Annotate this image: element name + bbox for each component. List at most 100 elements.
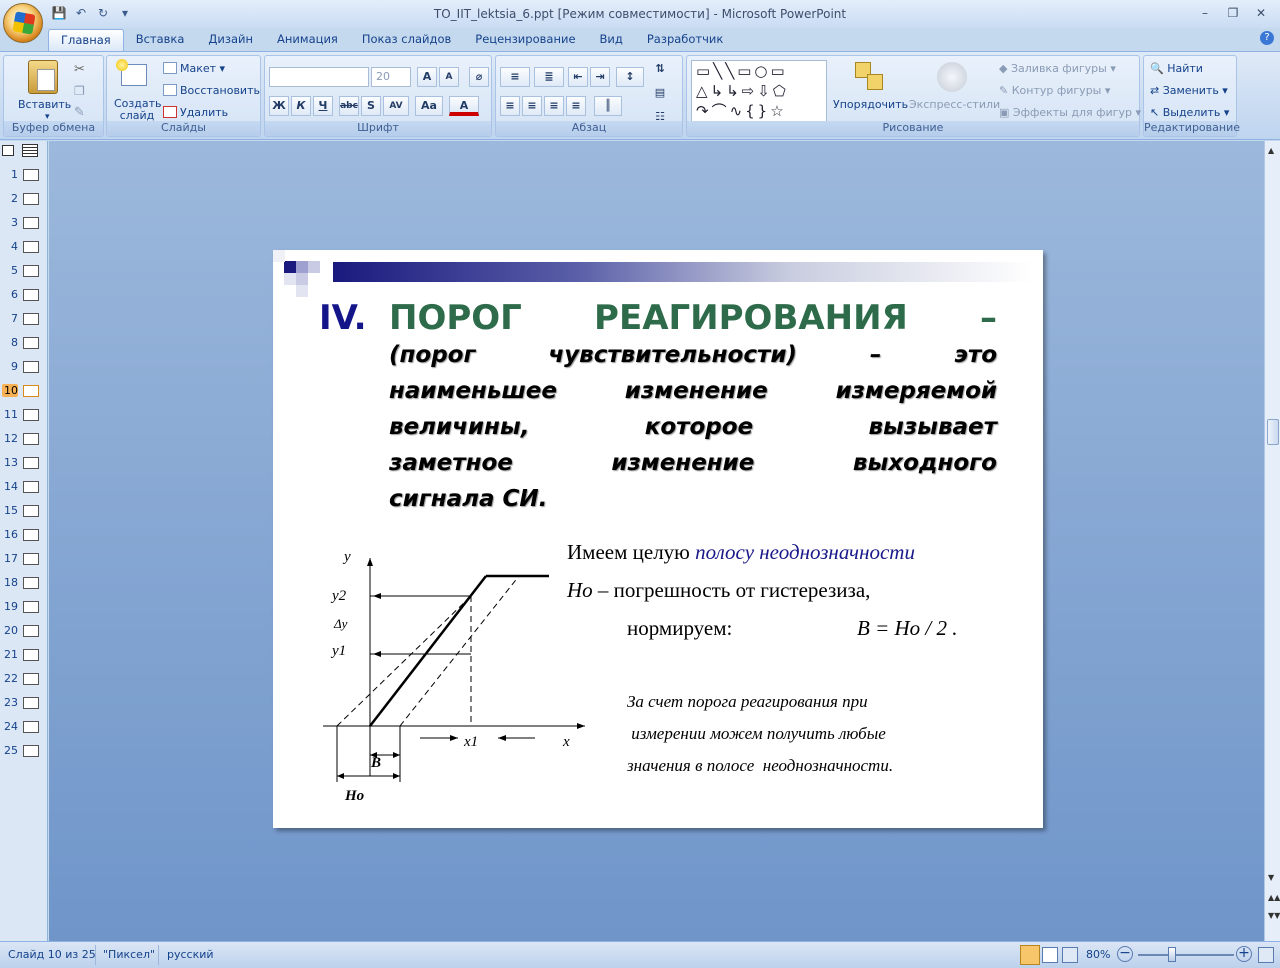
slide-thumbnail[interactable]: 24 — [0, 717, 48, 737]
grow-font-icon[interactable]: A — [417, 67, 437, 87]
slides-tab-icon[interactable] — [2, 145, 14, 156]
text-direction-icon[interactable]: ⇅ — [650, 60, 670, 80]
arrange-icon[interactable] — [855, 62, 885, 92]
next-slide-icon[interactable]: ▼▼ — [1268, 911, 1280, 920]
tab-design[interactable]: Дизайн — [196, 29, 265, 51]
slide-thumbnail[interactable]: 21 — [0, 645, 48, 665]
slide-thumbnail[interactable]: 5 — [0, 261, 48, 281]
underline-icon[interactable]: Ч — [313, 96, 333, 116]
slide-thumbnail[interactable]: 22 — [0, 669, 48, 689]
slide-thumbnail[interactable]: 1 — [0, 165, 48, 185]
scroll-down-icon[interactable]: ▼ — [1268, 873, 1274, 882]
scroll-up-icon[interactable]: ▲ — [1268, 146, 1274, 155]
text-line-1[interactable]: Имеем целую полосу неоднозначности — [567, 540, 915, 565]
quick-styles-button[interactable]: Экспресс-стили — [909, 98, 1000, 111]
reset-button[interactable]: Восстановить — [163, 84, 260, 97]
slide-thumbnail[interactable]: 16 — [0, 525, 48, 545]
normal-view-icon[interactable] — [1020, 945, 1040, 965]
slide-thumbnail[interactable]: 13 — [0, 453, 48, 473]
save-icon[interactable]: 💾 — [50, 5, 68, 21]
decrease-indent-icon[interactable]: ⇤ — [568, 67, 588, 87]
hysteresis-graph[interactable]: y y2 Δy y1 x x1 B Hо — [323, 540, 593, 810]
clear-format-icon[interactable]: ⌀ — [469, 67, 489, 87]
arrange-button[interactable]: Упорядочить — [833, 98, 908, 111]
line-spacing-icon[interactable]: ↕ — [616, 67, 644, 87]
prev-slide-icon[interactable]: ▲▲ — [1268, 893, 1280, 902]
zoom-in-icon[interactable]: + — [1236, 946, 1252, 962]
shadow-icon[interactable]: S — [361, 96, 381, 116]
slide-thumbnail[interactable]: 20 — [0, 621, 48, 641]
shape-fill-button[interactable]: ◆ Заливка фигуры ▾ — [999, 62, 1116, 75]
bold-icon[interactable]: Ж — [269, 96, 289, 116]
slideshow-view-icon[interactable] — [1062, 947, 1078, 963]
tab-animation[interactable]: Анимация — [265, 29, 350, 51]
slide-thumbnail[interactable]: 8 — [0, 333, 48, 353]
select-button[interactable]: ↖ Выделить ▾ — [1150, 106, 1229, 119]
tab-slideshow[interactable]: Показ слайдов — [350, 29, 463, 51]
slide-thumbnail[interactable]: 17 — [0, 549, 48, 569]
slide-thumbnail[interactable]: 9 — [0, 357, 48, 377]
new-slide-button[interactable]: Создать слайд — [114, 98, 162, 122]
fit-to-window-icon[interactable] — [1258, 947, 1274, 963]
tab-developer[interactable]: Разработчик — [635, 29, 736, 51]
undo-icon[interactable]: ↶ — [72, 5, 90, 21]
text-line-2[interactable]: Но – погрешность от гистерезиза, — [567, 578, 870, 603]
columns-icon[interactable]: ║ — [594, 96, 622, 116]
align-text-icon[interactable]: ▤ — [650, 84, 670, 104]
cut-icon[interactable]: ✂ — [74, 62, 85, 77]
slide-thumbnail[interactable]: 6 — [0, 285, 48, 305]
minimize-icon[interactable]: – — [1192, 4, 1218, 22]
justify-icon[interactable]: ≡ — [566, 96, 586, 116]
slide-thumbnail[interactable]: 4 — [0, 237, 48, 257]
new-slide-icon[interactable] — [116, 59, 147, 86]
redo-icon[interactable]: ↻ — [94, 5, 112, 21]
layout-button[interactable]: Макет ▾ — [163, 62, 225, 75]
slide-thumbnail[interactable]: 11 — [0, 405, 48, 425]
qat-menu-icon[interactable]: ▾ — [116, 5, 134, 21]
zoom-level[interactable]: 80% — [1086, 948, 1110, 961]
paste-icon[interactable] — [28, 60, 58, 94]
italic-icon[interactable]: К — [291, 96, 311, 116]
sorter-view-icon[interactable] — [1042, 947, 1058, 963]
tab-review[interactable]: Рецензирование — [463, 29, 587, 51]
slide-thumbnail[interactable]: 12 — [0, 429, 48, 449]
align-center-icon[interactable]: ≡ — [522, 96, 542, 116]
shapes-gallery[interactable]: ▭╲╲▭○▭ △↳↳⇨⇩⬠ ↷⌒∿{}☆ — [691, 60, 827, 122]
format-painter-icon[interactable]: ✎ — [74, 105, 85, 120]
zoom-slider[interactable] — [1138, 954, 1234, 956]
slide-thumbnail[interactable]: 2 — [0, 189, 48, 209]
help-icon[interactable]: ? — [1260, 31, 1274, 45]
quick-styles-icon[interactable] — [937, 62, 967, 92]
tab-insert[interactable]: Вставка — [124, 29, 197, 51]
slide-thumbnail[interactable]: 18 — [0, 573, 48, 593]
slide-thumbnail[interactable]: 7 — [0, 309, 48, 329]
increase-indent-icon[interactable]: ⇥ — [590, 67, 610, 87]
font-size-input[interactable]: 20 — [371, 67, 411, 87]
outline-tab-icon[interactable] — [22, 144, 38, 157]
shrink-font-icon[interactable]: A — [439, 67, 459, 87]
zoom-out-icon[interactable]: − — [1117, 946, 1133, 962]
slide-thumbnail[interactable]: 25 — [0, 741, 48, 761]
find-button[interactable]: 🔍 Найти — [1150, 62, 1203, 75]
scroll-thumb[interactable] — [1267, 419, 1279, 445]
slide-canvas[interactable]: IV. ПОРОГ РЕАГИРОВАНИЯ – (порог чувствит… — [273, 250, 1043, 828]
copy-icon[interactable]: ❐ — [74, 84, 85, 98]
vertical-scrollbar[interactable]: ▲ ▼ ▲▲ ▼▼ — [1264, 141, 1280, 941]
slide-thumbnail[interactable]: 15 — [0, 501, 48, 521]
spacing-icon[interactable]: AV — [383, 96, 409, 116]
strike-icon[interactable]: abc — [339, 96, 359, 116]
numbering-icon[interactable]: ≣ — [534, 67, 564, 87]
slide-thumbnail[interactable]: 14 — [0, 477, 48, 497]
align-left-icon[interactable]: ≡ — [500, 96, 520, 116]
language[interactable]: русский — [167, 948, 214, 961]
tab-home[interactable]: Главная — [48, 29, 124, 51]
tab-view[interactable]: Вид — [588, 29, 635, 51]
formula[interactable]: B = Но / 2 . — [857, 616, 958, 641]
shape-effects-button[interactable]: ▣ Эффекты для фигур ▾ — [999, 106, 1141, 119]
slide-thumbnail[interactable]: 10 — [0, 381, 48, 401]
replace-button[interactable]: ⇄ Заменить ▾ — [1150, 84, 1228, 97]
office-button[interactable] — [3, 3, 43, 43]
restore-icon[interactable]: ❐ — [1220, 4, 1246, 22]
align-right-icon[interactable]: ≡ — [544, 96, 564, 116]
slide-thumbnail[interactable]: 3 — [0, 213, 48, 233]
